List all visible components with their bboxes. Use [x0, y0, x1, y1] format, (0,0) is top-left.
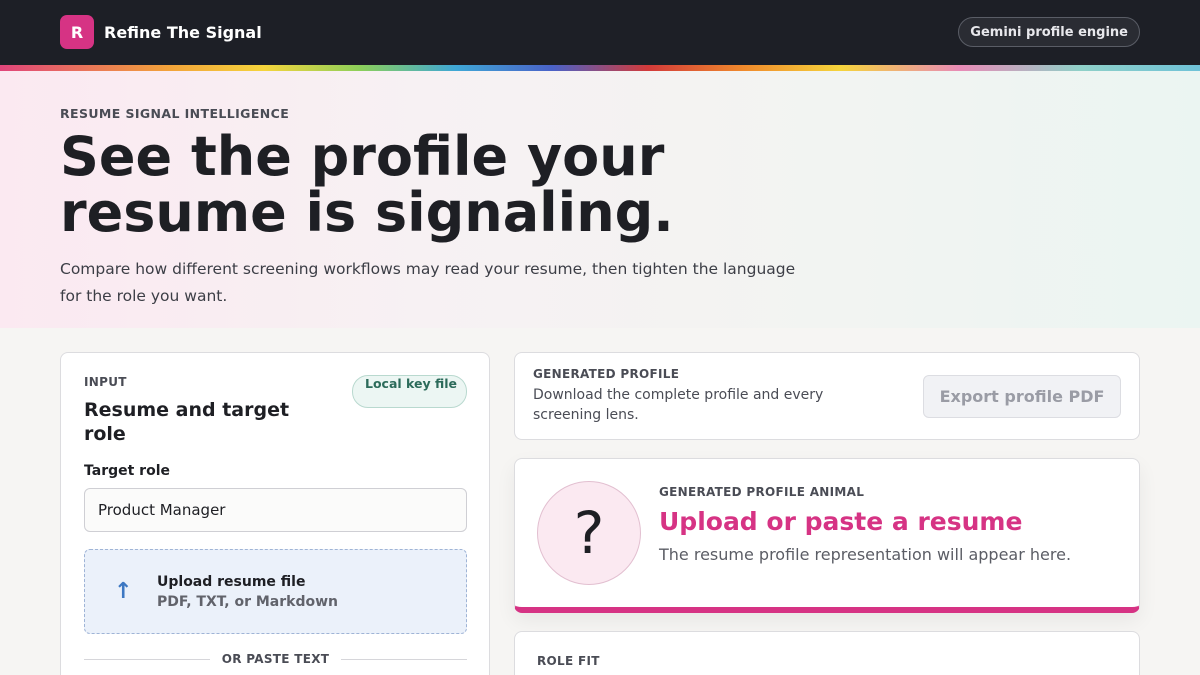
page-title: See the profile your resume is signaling… — [60, 125, 674, 244]
local-key-badge: Local key file — [352, 375, 467, 408]
engine-badge: Gemini profile engine — [958, 17, 1140, 47]
hero-section: RESUME SIGNAL INTELLIGENCE See the profi… — [0, 71, 1200, 328]
brand-logo: R — [60, 15, 94, 49]
upload-resume-dropzone[interactable]: ↑ Upload resume file PDF, TXT, or Markdo… — [84, 549, 467, 634]
role-fit-eyebrow: ROLE FIT — [537, 654, 600, 668]
export-profile-pdf-button[interactable]: Export profile PDF — [923, 375, 1121, 418]
question-mark-icon: ? — [537, 481, 641, 585]
target-role-input[interactable] — [84, 488, 467, 532]
profile-animal-panel: ? GENERATED PROFILE ANIMAL Upload or pas… — [514, 458, 1140, 613]
top-navigation-bar: R Refine The Signal Gemini profile engin… — [0, 0, 1200, 65]
input-panel-title: Resume and target role — [84, 399, 290, 445]
input-panel: INPUT Resume and target role Local key f… — [60, 352, 490, 675]
upload-formats: PDF, TXT, or Markdown — [157, 594, 339, 610]
animal-title: Upload or paste a resume — [659, 507, 1023, 536]
divider-line-left — [84, 658, 210, 660]
brand-name: Refine The Signal — [104, 22, 262, 42]
role-fit-panel: ROLE FIT — [514, 631, 1140, 675]
profile-description: Download the complete profile and every … — [533, 387, 824, 423]
hero-subtitle: Compare how different screening workflow… — [60, 260, 796, 305]
animal-subtitle: The resume profile representation will a… — [659, 545, 1072, 564]
profile-eyebrow: GENERATED PROFILE — [533, 367, 680, 381]
brand[interactable]: R Refine The Signal — [60, 15, 262, 49]
input-eyebrow: INPUT — [84, 375, 127, 389]
upload-title: Upload resume file — [157, 574, 306, 590]
divider-line-right — [341, 658, 467, 660]
animal-eyebrow: GENERATED PROFILE ANIMAL — [659, 485, 865, 499]
hero-eyebrow: RESUME SIGNAL INTELLIGENCE — [60, 106, 290, 121]
or-paste-divider: OR PASTE TEXT — [84, 651, 467, 667]
divider-label: OR PASTE TEXT — [221, 652, 330, 666]
target-role-label: Target role — [84, 463, 170, 479]
generated-profile-panel: GENERATED PROFILE Download the complete … — [514, 352, 1140, 440]
upload-arrow-icon: ↑ — [114, 579, 133, 604]
